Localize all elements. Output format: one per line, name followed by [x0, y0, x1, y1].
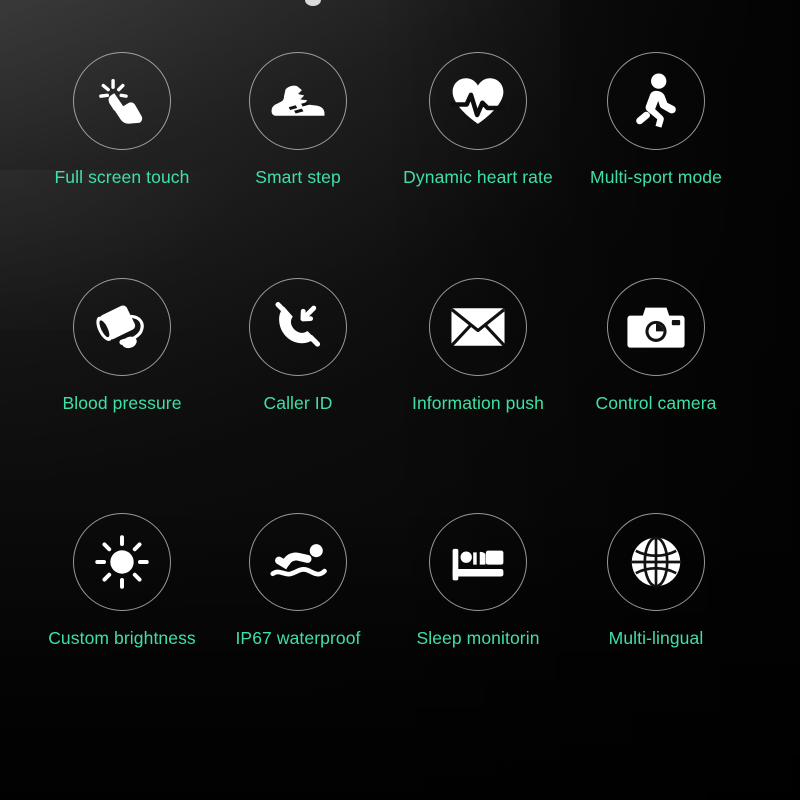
blood-pressure-cuff-icon	[93, 301, 151, 353]
sun-brightness-icon	[95, 535, 149, 589]
running-shoe-icon	[270, 79, 326, 123]
feature-label: Multi-sport mode	[590, 167, 722, 187]
feature-item-multi-lingual[interactable]: Multi-lingual	[561, 513, 751, 648]
icon-ring	[249, 513, 347, 611]
feature-item-ip67-waterproof[interactable]: IP67 waterproof	[203, 513, 393, 648]
feature-label: Blood pressure	[62, 393, 182, 413]
icon-ring	[73, 278, 171, 376]
icon-ring	[429, 513, 527, 611]
icon-ring	[607, 513, 705, 611]
feature-grid: Full screen touch Smart step Dynamic hea…	[0, 0, 800, 800]
feature-item-custom-brightness[interactable]: Custom brightness	[27, 513, 217, 648]
feature-label: Dynamic heart rate	[403, 167, 553, 187]
icon-ring	[249, 278, 347, 376]
feature-item-control-camera[interactable]: Control camera	[561, 278, 751, 413]
feature-item-information-push[interactable]: Information push	[383, 278, 573, 413]
feature-item-sleep-monitoring[interactable]: Sleep monitorin	[383, 513, 573, 648]
icon-ring	[607, 52, 705, 150]
incoming-call-icon	[270, 300, 326, 354]
camera-icon	[627, 304, 685, 350]
swimmer-icon	[269, 542, 327, 582]
feature-label: Sleep monitorin	[416, 628, 540, 648]
envelope-icon	[450, 307, 506, 347]
running-person-icon	[634, 73, 678, 129]
feature-label: Control camera	[595, 393, 717, 413]
feature-board: Full screen touch Smart step Dynamic hea…	[0, 0, 800, 800]
feature-label: Multi-lingual	[608, 628, 704, 648]
feature-item-caller-id[interactable]: Caller ID	[203, 278, 393, 413]
icon-ring	[73, 513, 171, 611]
feature-label: Full screen touch	[54, 167, 190, 187]
icon-ring	[249, 52, 347, 150]
touch-gesture-icon	[96, 75, 148, 127]
person-in-bed-icon	[450, 540, 506, 584]
globe-icon	[630, 536, 682, 588]
icon-ring	[429, 52, 527, 150]
feature-item-multi-sport-mode[interactable]: Multi-sport mode	[561, 52, 751, 187]
feature-item-dynamic-heart-rate[interactable]: Dynamic heart rate	[383, 52, 573, 187]
feature-item-full-screen-touch[interactable]: Full screen touch	[27, 52, 217, 187]
icon-ring	[73, 52, 171, 150]
feature-label: Custom brightness	[48, 628, 196, 648]
feature-label: Caller ID	[263, 393, 333, 413]
feature-item-blood-pressure[interactable]: Blood pressure	[27, 278, 217, 413]
feature-label: Smart step	[255, 167, 341, 187]
icon-ring	[429, 278, 527, 376]
feature-item-smart-step[interactable]: Smart step	[203, 52, 393, 187]
icon-ring	[607, 278, 705, 376]
feature-label: IP67 waterproof	[235, 628, 361, 648]
feature-label: Information push	[412, 393, 544, 413]
heart-pulse-icon	[450, 75, 506, 127]
